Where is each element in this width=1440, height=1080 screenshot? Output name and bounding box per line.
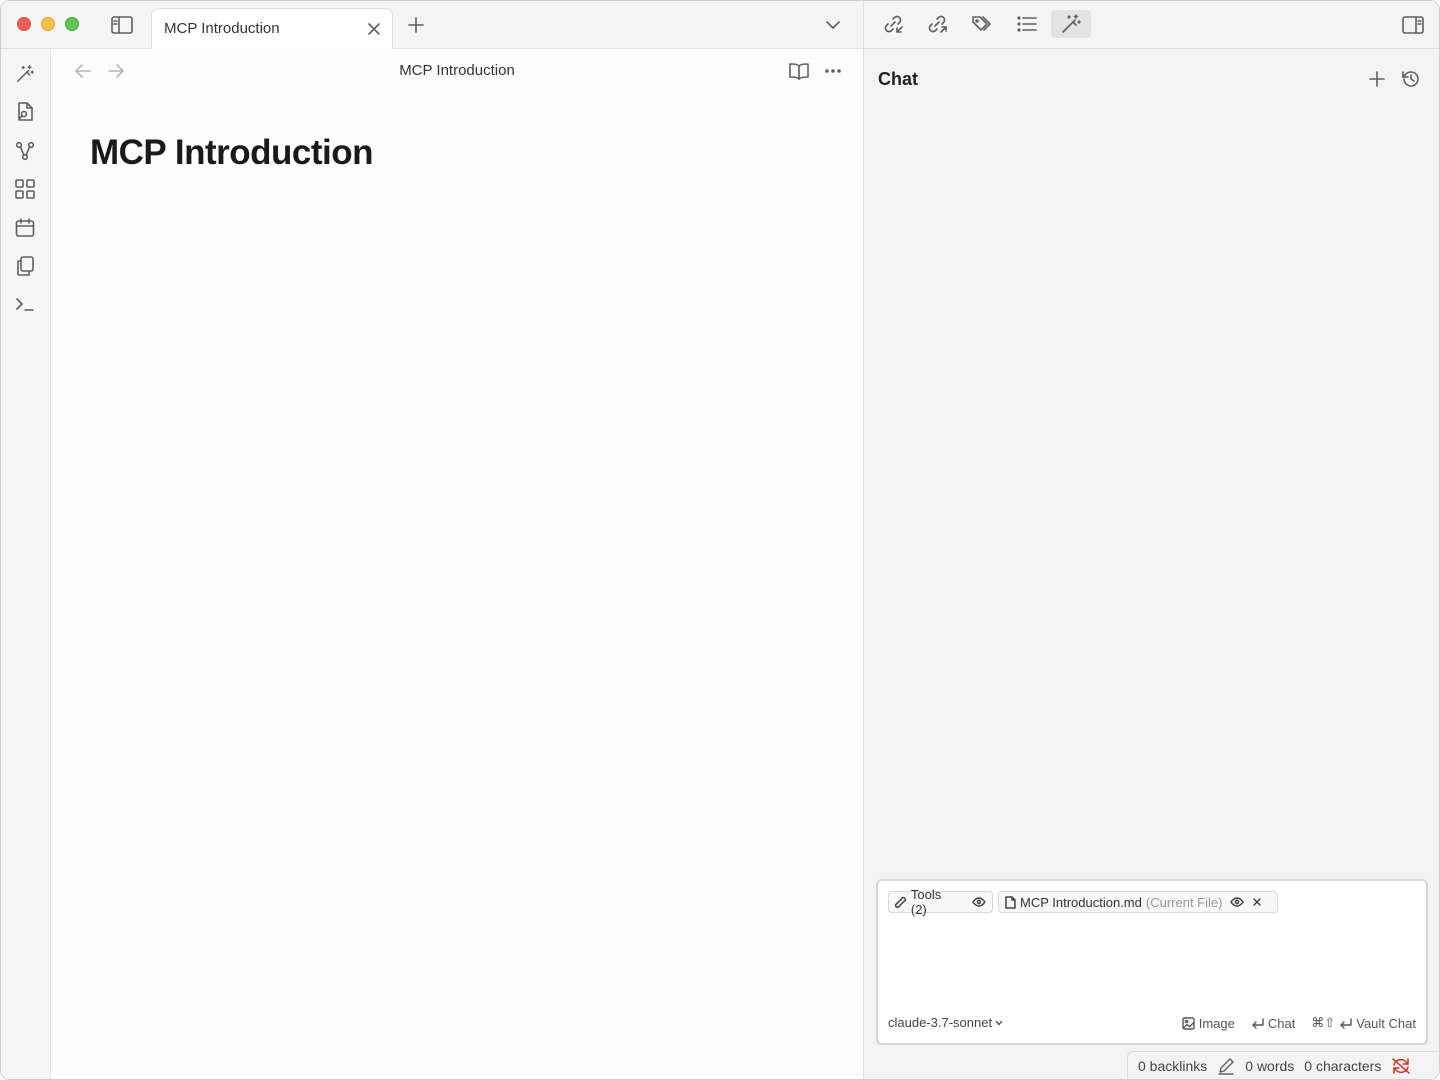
title-bar: MCP Introduction xyxy=(1,1,863,49)
file-icon xyxy=(1005,895,1016,909)
new-chat-plus-icon[interactable] xyxy=(1365,67,1389,91)
composer-footer: claude-3.7-sonnet Image Chat ⌘⇧ Vault Ch… xyxy=(888,1015,1416,1033)
side-panel-toolbar xyxy=(864,1,1439,49)
vault-chat-shortcut: ⌘⇧ xyxy=(1311,1015,1336,1030)
close-tab-icon[interactable] xyxy=(363,18,385,40)
terminal-icon[interactable] xyxy=(13,292,37,316)
tools-chip[interactable]: Tools (2) xyxy=(888,887,993,917)
current-file-chip[interactable]: MCP Introduction.md (Current File) xyxy=(998,891,1278,913)
link-out-icon[interactable] xyxy=(924,12,950,36)
minimize-window-button[interactable] xyxy=(41,17,55,31)
tab-mcp-introduction[interactable]: MCP Introduction xyxy=(151,8,393,49)
toggle-left-sidebar-icon[interactable] xyxy=(109,13,135,37)
current-file-note: (Current File) xyxy=(1145,894,1223,910)
document-heading[interactable]: MCP Introduction xyxy=(90,133,374,173)
chat-composer[interactable]: Tools (2) MCP Introduction.md (Current F… xyxy=(876,879,1428,1045)
return-icon xyxy=(1340,1017,1352,1029)
vault-chat-label: Vault Chat xyxy=(1356,1015,1416,1031)
sync-error-icon[interactable] xyxy=(1391,1057,1411,1075)
tools-chip-label: Tools (2) xyxy=(910,887,942,917)
magic-wand-icon[interactable] xyxy=(13,62,37,86)
eye-icon[interactable] xyxy=(972,897,986,907)
backlinks-count[interactable]: 0 backlinks xyxy=(1138,1058,1207,1074)
tags-icon[interactable] xyxy=(969,12,995,36)
copy-icon[interactable] xyxy=(13,254,37,278)
character-count: 0 characters xyxy=(1304,1057,1382,1074)
chat-title: Chat xyxy=(878,69,918,89)
link-in-icon[interactable] xyxy=(880,12,906,36)
chat-send-button[interactable]: Chat xyxy=(1251,1016,1295,1031)
image-button-label: Image xyxy=(1198,1015,1235,1031)
tab-list-chevron-down-icon[interactable] xyxy=(821,13,845,37)
model-selector[interactable]: claude-3.7-sonnet xyxy=(888,1015,1003,1030)
file-search-icon[interactable] xyxy=(13,100,37,124)
chat-send-label: Chat xyxy=(1267,1015,1296,1031)
reading-view-book-icon[interactable] xyxy=(786,59,812,83)
magic-wand-icon[interactable] xyxy=(1051,10,1091,38)
graph-icon[interactable] xyxy=(13,139,37,163)
remove-file-close-icon[interactable] xyxy=(1252,897,1262,907)
toggle-right-sidebar-icon[interactable] xyxy=(1400,13,1426,37)
app-window: MCP Introduction MCP Introduction MCP In… xyxy=(0,0,1440,1080)
model-name: claude-3.7-sonnet xyxy=(888,1015,993,1030)
image-button[interactable]: Image xyxy=(1182,1016,1235,1031)
edit-pencil-icon[interactable] xyxy=(1217,1057,1235,1075)
wrench-icon xyxy=(895,896,907,908)
view-header-title[interactable]: MCP Introduction xyxy=(51,62,863,79)
word-count: 0 words xyxy=(1245,1057,1295,1074)
return-icon xyxy=(1252,1017,1264,1029)
composer-actions: Image Chat ⌘⇧ Vault Chat xyxy=(1182,1015,1416,1031)
close-window-button[interactable] xyxy=(17,17,31,31)
eye-icon[interactable] xyxy=(1230,897,1245,907)
more-options-icon[interactable] xyxy=(820,59,846,83)
new-tab-icon[interactable] xyxy=(404,13,428,37)
chat-panel: Chat Tools (2) MCP Introduction.md (Curr… xyxy=(864,49,1439,1079)
editor-pane: MCP Introduction MCP Introduction xyxy=(51,49,863,1079)
left-ribbon xyxy=(1,49,51,1079)
current-file-name: MCP Introduction.md xyxy=(1020,894,1142,910)
outline-icon[interactable] xyxy=(1014,12,1040,36)
calendar-icon[interactable] xyxy=(13,216,37,240)
status-bar: 0 backlinks 0 words 0 characters xyxy=(1127,1051,1439,1079)
chevron-down-icon xyxy=(995,1020,1003,1025)
vault-chat-button[interactable]: ⌘⇧ Vault Chat xyxy=(1311,1015,1416,1031)
image-icon xyxy=(1182,1016,1195,1030)
tab-title: MCP Introduction xyxy=(164,20,280,37)
zoom-window-button[interactable] xyxy=(65,17,79,31)
grid-icon[interactable] xyxy=(13,177,37,201)
chat-history-icon[interactable] xyxy=(1399,67,1423,91)
